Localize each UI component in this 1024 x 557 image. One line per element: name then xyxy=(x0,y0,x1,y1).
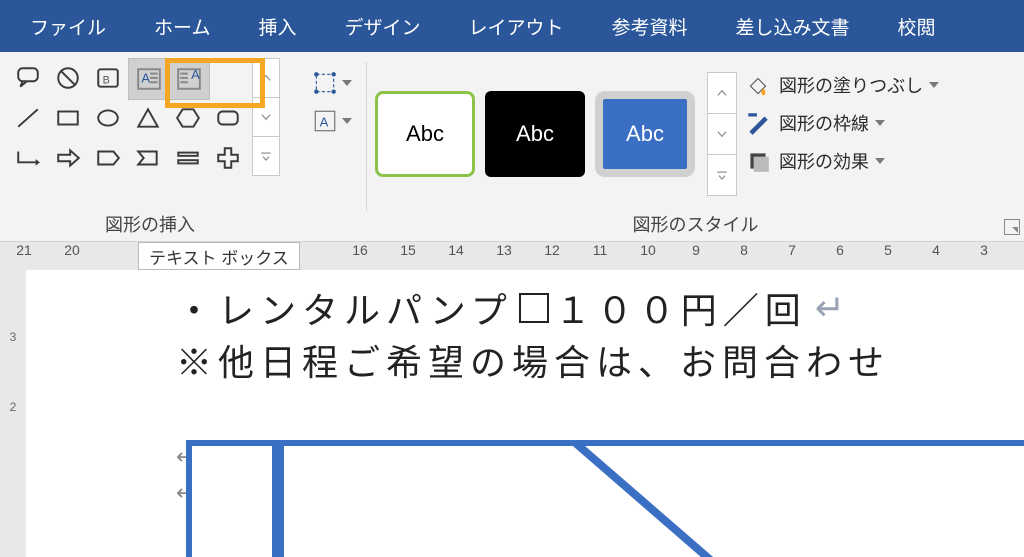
shape-connector-icon[interactable] xyxy=(8,138,48,178)
gallery-more-icon[interactable] xyxy=(252,136,280,176)
menu-review[interactable]: 校閲 xyxy=(874,0,960,52)
svg-text:B: B xyxy=(103,74,110,86)
scroll-up-icon[interactable] xyxy=(252,58,280,98)
draw-text-box-button[interactable]: A xyxy=(312,106,362,136)
text-run: ・レンタルパンプ xyxy=(176,282,513,334)
ruler-tick: 10 xyxy=(624,242,672,270)
text-run: １００円／回 xyxy=(555,282,807,334)
shape-pentagon-icon[interactable] xyxy=(88,138,128,178)
ruler-tick: 16 xyxy=(336,242,384,270)
edit-shape-button[interactable] xyxy=(312,68,362,98)
group-edit-shape: A xyxy=(300,52,366,241)
tooltip-text-box: テキスト ボックス xyxy=(138,242,300,270)
vertical-ruler: 3 2 xyxy=(0,270,26,557)
dropdown-icon xyxy=(875,158,885,164)
ruler-tick: 5 xyxy=(864,242,912,270)
ruler-tick: 11 xyxy=(576,242,624,270)
styles-scrollbar[interactable] xyxy=(707,72,737,195)
paragraph-mark-icon: ↵ xyxy=(815,287,851,329)
menu-mailings[interactable]: 差し込み文書 xyxy=(712,0,874,52)
shape-fill-button[interactable]: 図形の塗りつぶし xyxy=(745,72,939,98)
style-preset-3[interactable]: Abc xyxy=(595,91,695,177)
shape-rect-icon[interactable] xyxy=(48,98,88,138)
svg-text:A: A xyxy=(141,70,150,85)
menu-file[interactable]: ファイル xyxy=(6,0,130,52)
shapes-gallery[interactable]: B A A xyxy=(8,58,248,178)
shape-bracket-icon[interactable]: B xyxy=(88,58,128,98)
dropdown-icon xyxy=(342,80,352,86)
document-canvas[interactable]: ・レンタルパンプ １００円／回 ↵ ※他日程ご希望の場合は、お問合わせ ↵ ↵ xyxy=(26,270,1024,557)
ruler-tick: 7 xyxy=(768,242,816,270)
shape-outline-label: 図形の枠線 xyxy=(779,110,869,136)
ruler-tick: 20 xyxy=(48,242,96,270)
paragraph-1[interactable]: ・レンタルパンプ １００円／回 ↵ xyxy=(176,282,1024,334)
shape-effects-label: 図形の効果 xyxy=(779,148,869,174)
text-box-horizontal-icon[interactable]: A xyxy=(128,58,170,100)
ruler-tick: 15 xyxy=(384,242,432,270)
ruler-tick: 6 xyxy=(816,242,864,270)
ribbon: B A A xyxy=(0,52,1024,242)
checkbox-glyph xyxy=(519,293,549,323)
shape-equal-icon[interactable] xyxy=(168,138,208,178)
ruler-tick: 2 xyxy=(0,400,26,414)
ruler-tick: 8 xyxy=(720,242,768,270)
dropdown-icon xyxy=(929,82,939,88)
scroll-up-icon[interactable] xyxy=(707,72,737,114)
shape-ellipse-icon[interactable] xyxy=(88,98,128,138)
shape-line-icon[interactable] xyxy=(8,98,48,138)
shape-diagonal xyxy=(572,440,1024,557)
scroll-down-icon[interactable] xyxy=(252,97,280,137)
shape-effects-button[interactable]: 図形の効果 xyxy=(745,148,939,174)
text-box-vertical-icon[interactable]: A xyxy=(168,58,210,100)
ruler-tick: 3 xyxy=(0,330,26,344)
horizontal-ruler: 21 20 16 15 14 13 12 11 10 9 8 7 6 5 4 3… xyxy=(0,242,1024,270)
shape-arrow-right-icon[interactable] xyxy=(48,138,88,178)
shape-empty xyxy=(208,58,248,98)
shape-triangle-icon[interactable] xyxy=(128,98,168,138)
style-preset-2[interactable]: Abc xyxy=(485,91,585,177)
menu-design[interactable]: デザイン xyxy=(320,0,444,52)
menu-home[interactable]: ホーム xyxy=(130,0,234,52)
selected-shape[interactable] xyxy=(186,440,1024,557)
svg-text:A: A xyxy=(191,67,200,82)
scroll-down-icon[interactable] xyxy=(707,113,737,155)
ruler-tick: 9 xyxy=(672,242,720,270)
dropdown-icon xyxy=(875,120,885,126)
menu-bar: ファイル ホーム 挿入 デザイン レイアウト 参考資料 差し込み文書 校閲 xyxy=(0,0,1024,52)
shape-cross-icon[interactable] xyxy=(208,138,248,178)
ruler-tick xyxy=(96,242,144,270)
text-run: ※他日程ご希望の場合は、お問合わせ xyxy=(176,334,890,386)
shapes-scrollbar[interactable] xyxy=(252,58,280,178)
dropdown-icon xyxy=(342,118,352,124)
ruler-tick: 12 xyxy=(528,242,576,270)
group-label-styles: 図形のスタイル xyxy=(367,211,1024,237)
group-shape-styles: Abc Abc Abc 図形の塗りつぶし 図形の枠線 xyxy=(367,52,1024,241)
shape-callout-icon[interactable] xyxy=(8,58,48,98)
gallery-more-icon[interactable] xyxy=(707,154,737,196)
shape-fill-label: 図形の塗りつぶし xyxy=(779,72,923,98)
menu-references[interactable]: 参考資料 xyxy=(588,0,712,52)
shape-flag-icon[interactable] xyxy=(128,138,168,178)
ruler-tick: 13 xyxy=(480,242,528,270)
ruler-tick: 21 xyxy=(0,242,48,270)
style-preset-1[interactable]: Abc xyxy=(375,91,475,177)
ruler-tick: 3 xyxy=(960,242,1008,270)
shape-segment xyxy=(272,440,284,557)
styles-gallery[interactable]: Abc Abc Abc xyxy=(375,58,737,195)
ruler-tick: 4 xyxy=(912,242,960,270)
dialog-launcher-icon[interactable] xyxy=(1004,219,1020,235)
menu-insert[interactable]: 挿入 xyxy=(234,0,320,52)
shape-hexagon-icon[interactable] xyxy=(168,98,208,138)
ruler-tick: 14 xyxy=(432,242,480,270)
shape-roundrect-icon[interactable] xyxy=(208,98,248,138)
group-label-shapes: 図形の挿入 xyxy=(0,211,300,237)
shape-outline-button[interactable]: 図形の枠線 xyxy=(745,110,939,136)
menu-layout[interactable]: レイアウト xyxy=(444,0,587,52)
group-insert-shapes: B A A xyxy=(0,52,300,241)
paragraph-2[interactable]: ※他日程ご希望の場合は、お問合わせ xyxy=(176,334,1024,386)
shape-no-icon[interactable] xyxy=(48,58,88,98)
svg-text:A: A xyxy=(320,114,329,129)
